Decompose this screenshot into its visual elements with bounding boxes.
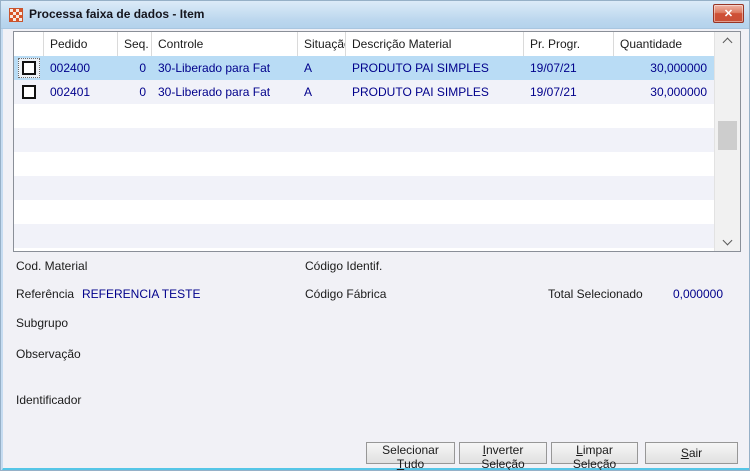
table-row[interactable]: 002401 0 30-Liberado para Fat A PRODUTO … [14, 80, 715, 104]
grid-header-row: Pedido Seq. Controle Situação Descrição … [14, 32, 715, 56]
items-grid: Pedido Seq. Controle Situação Descrição … [13, 31, 741, 252]
cell-pr-progr: 19/07/21 [530, 61, 577, 75]
cod-material-label: Cod. Material [16, 259, 88, 273]
window-title: Processa faixa de dados - Item [29, 7, 205, 21]
dialog-window: Processa faixa de dados - Item ✕ Pedido … [0, 0, 750, 471]
cell-seq: 0 [139, 61, 146, 75]
dialog-body: Pedido Seq. Controle Situação Descrição … [1, 29, 749, 470]
identificador-label: Identificador [16, 393, 82, 407]
subgrupo-label: Subgrupo [16, 316, 69, 330]
header-pedido[interactable]: Pedido [44, 32, 118, 56]
select-all-button[interactable]: Selecionar Tudo [366, 442, 455, 470]
header-situacao[interactable]: Situação [298, 32, 346, 56]
grid-empty-row [14, 224, 715, 248]
header-quantidade[interactable]: Quantidade [614, 32, 715, 56]
row-checkbox-focus [18, 58, 40, 78]
row-checkbox[interactable] [22, 85, 36, 99]
cell-descricao: PRODUTO PAI SIMPLES [352, 61, 489, 75]
grid-empty-row [14, 128, 715, 152]
cell-situacao: A [304, 61, 313, 75]
header-controle[interactable]: Controle [152, 32, 298, 56]
titlebar[interactable]: Processa faixa de dados - Item ✕ [1, 1, 749, 29]
header-seq[interactable]: Seq. [118, 32, 152, 56]
cell-quantidade: 30,000000 [650, 85, 707, 99]
cell-seq: 0 [139, 85, 146, 99]
scroll-down-button[interactable] [715, 234, 740, 251]
cell-situacao: A [304, 85, 313, 99]
grid-empty-row [14, 104, 715, 128]
referencia-label: Referência [16, 287, 75, 301]
total-selecionado-value: 0,000000 [672, 287, 723, 301]
cell-descricao: PRODUTO PAI SIMPLES [352, 85, 489, 99]
table-row[interactable]: 002400 0 30-Liberado para Fat A PRODUTO … [14, 56, 715, 80]
exit-button[interactable]: Sair [645, 442, 738, 464]
cell-pedido: 002400 [50, 61, 91, 75]
app-icon [9, 8, 23, 22]
close-button[interactable]: ✕ [713, 4, 744, 23]
codigo-fabrica-label: Código Fábrica [305, 287, 387, 301]
grid-scrollbar[interactable] [714, 32, 740, 251]
grid-empty-row [14, 152, 715, 176]
codigo-identif-label: Código Identif. [305, 259, 383, 273]
header-pr-progr[interactable]: Pr. Progr. [524, 32, 614, 56]
cell-quantidade: 30,000000 [650, 61, 707, 75]
cell-pr-progr: 19/07/21 [530, 85, 577, 99]
header-checkbox[interactable] [14, 32, 44, 56]
clear-selection-button[interactable]: Limpar Seleção [551, 442, 638, 470]
close-icon: ✕ [723, 7, 734, 20]
cell-pedido: 002401 [50, 85, 91, 99]
observacao-label: Observação [16, 347, 81, 361]
chevron-down-icon [722, 235, 733, 246]
grid-empty-row [14, 176, 715, 200]
scrollbar-thumb[interactable] [718, 121, 737, 150]
row-checkbox[interactable] [22, 61, 36, 75]
cell-controle: 30-Liberado para Fat [158, 61, 271, 75]
grid-empty-row [14, 200, 715, 224]
cell-controle: 30-Liberado para Fat [158, 85, 271, 99]
referencia-value: REFERENCIA TESTE [82, 287, 201, 301]
scrollbar-track[interactable] [715, 49, 740, 234]
invert-selection-button[interactable]: Inverter Seleção [459, 442, 547, 470]
scroll-up-button[interactable] [715, 32, 740, 49]
header-descricao[interactable]: Descrição Material [346, 32, 524, 56]
chevron-up-icon [722, 37, 733, 48]
